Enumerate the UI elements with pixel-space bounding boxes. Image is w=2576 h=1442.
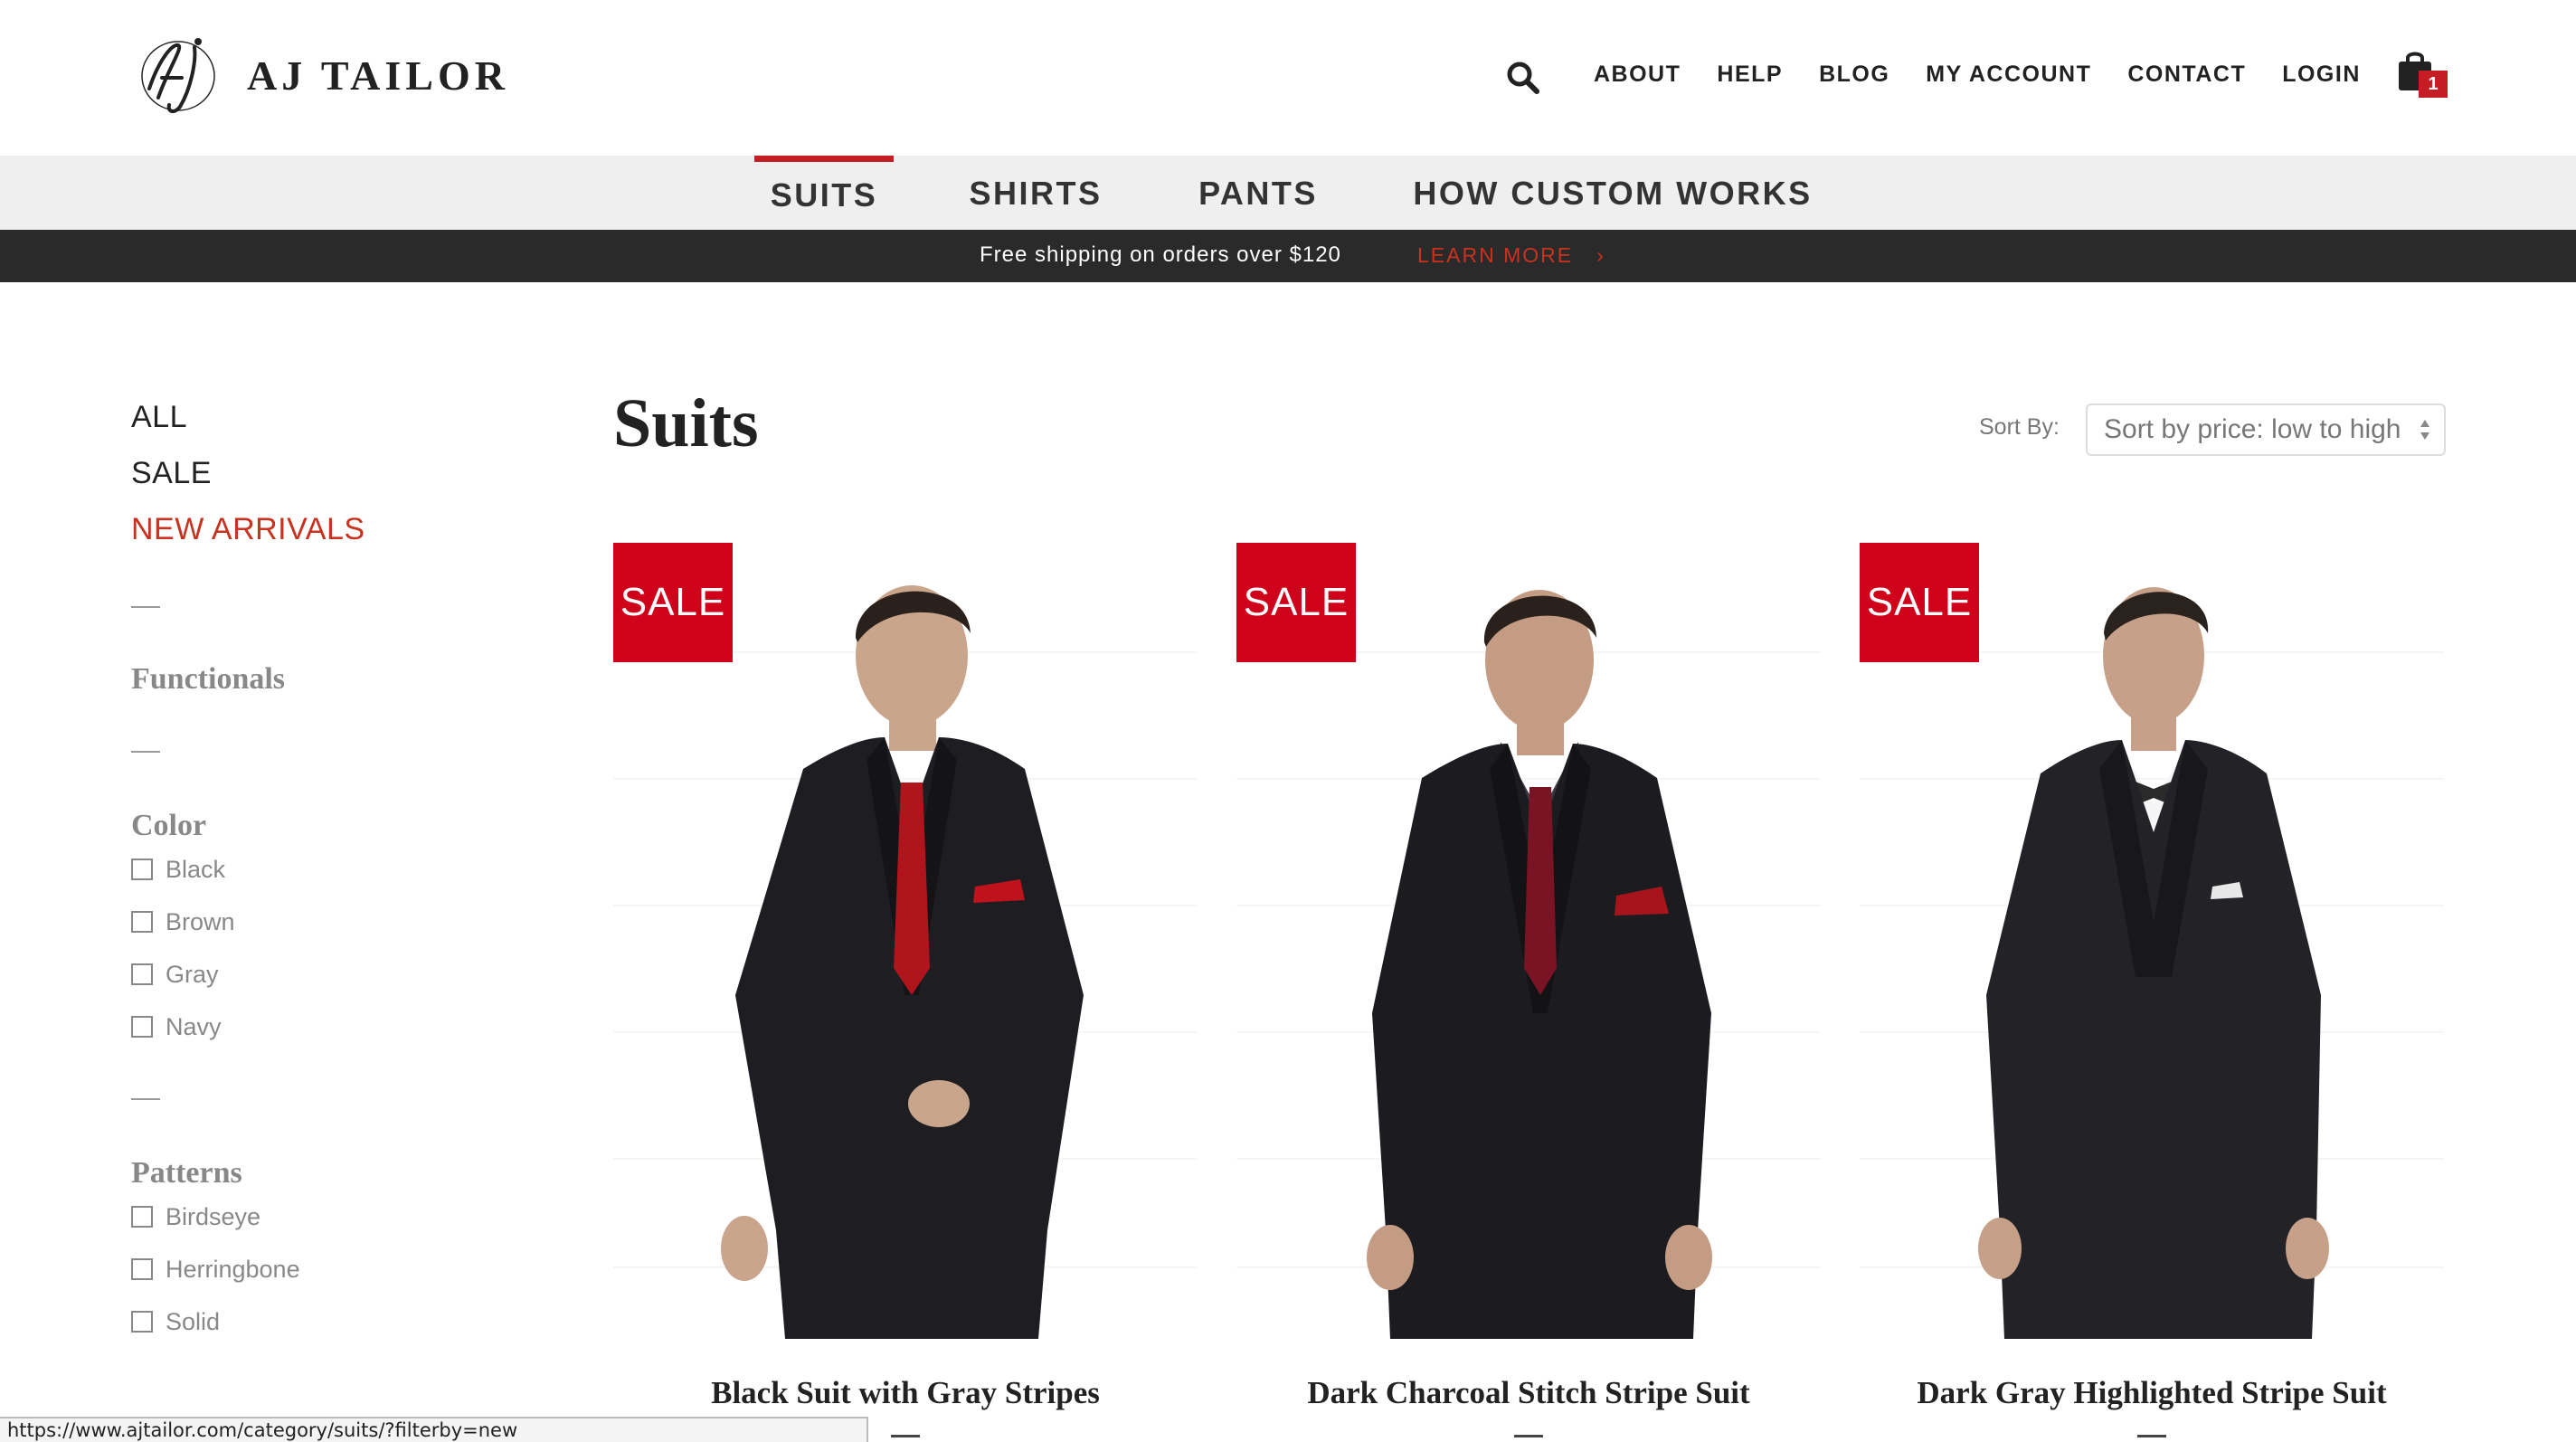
filter-pattern-solid[interactable]: Solid bbox=[131, 1295, 511, 1348]
sidebar-link-all[interactable]: ALL bbox=[131, 389, 511, 445]
suit-photo bbox=[1978, 587, 2329, 1339]
browser-status-url: https://www.ajtailor.com/category/suits/… bbox=[0, 1417, 868, 1442]
sale-badge: SALE bbox=[613, 543, 733, 662]
chevron-right-icon: › bbox=[1596, 243, 1605, 267]
product-image[interactable]: SALE bbox=[1860, 543, 2444, 1339]
cart-count-badge: 1 bbox=[2419, 71, 2448, 98]
divider bbox=[131, 1098, 160, 1100]
checkbox[interactable] bbox=[131, 963, 153, 985]
sort-select-value: Sort by price: low to high bbox=[2104, 414, 2401, 444]
sort-select[interactable]: Sort by price: low to high bbox=[2086, 403, 2446, 456]
learn-more-label: LEARN MORE bbox=[1417, 243, 1574, 267]
nav-about[interactable]: ABOUT bbox=[1594, 62, 1681, 88]
checkbox[interactable] bbox=[131, 911, 153, 933]
product-card[interactable]: SALE Dark Charcoal Stitch Stripe Suit bbox=[1236, 543, 1821, 1442]
filter-color-navy[interactable]: Navy bbox=[131, 1001, 511, 1053]
filter-label: Herringbone bbox=[166, 1255, 300, 1283]
learn-more-link[interactable]: LEARN MORE › bbox=[1417, 243, 1605, 268]
checkbox[interactable] bbox=[131, 1258, 153, 1280]
suit-photo bbox=[1367, 590, 1712, 1339]
promo-bar: Free shipping on orders over $120 LEARN … bbox=[0, 230, 2576, 282]
filter-pattern-herringbone[interactable]: Herringbone bbox=[131, 1243, 511, 1295]
filter-color-gray[interactable]: Gray bbox=[131, 948, 511, 1001]
search-icon[interactable] bbox=[1505, 60, 1541, 96]
filter-title-functionals[interactable]: Functionals bbox=[131, 662, 511, 697]
brand-logo[interactable]: AJ TAILOR bbox=[131, 34, 509, 116]
nav-help[interactable]: HELP bbox=[1717, 62, 1783, 88]
product-name[interactable]: Dark Charcoal Stitch Stripe Suit bbox=[1236, 1375, 1821, 1411]
product-image[interactable]: SALE bbox=[1236, 543, 1821, 1339]
site-header: AJ TAILOR ABOUT HELP BLOG MY ACCOUNT CON… bbox=[0, 0, 2576, 156]
suit-photo bbox=[721, 585, 1084, 1339]
filter-label: Birdseye bbox=[166, 1202, 261, 1230]
product-image[interactable]: SALE bbox=[613, 543, 1198, 1339]
tab-pants[interactable]: PANTS bbox=[1190, 156, 1326, 230]
nav-contact[interactable]: CONTACT bbox=[2127, 62, 2246, 88]
category-bar: SUITS SHIRTS PANTS HOW CUSTOM WORKS bbox=[0, 156, 2576, 230]
nav-my-account[interactable]: MY ACCOUNT bbox=[1926, 62, 2091, 88]
product-name[interactable]: Black Suit with Gray Stripes bbox=[613, 1375, 1198, 1411]
sort-label: Sort By: bbox=[1979, 414, 2060, 440]
divider bbox=[2137, 1435, 2166, 1437]
filter-color-black[interactable]: Black bbox=[131, 843, 511, 896]
sale-badge: SALE bbox=[1236, 543, 1356, 662]
filter-label: Solid bbox=[166, 1307, 221, 1335]
filter-label: Navy bbox=[166, 1012, 222, 1040]
filter-label: Black bbox=[166, 855, 226, 883]
checkbox[interactable] bbox=[131, 1016, 153, 1038]
tab-how-custom-works[interactable]: HOW CUSTOM WORKS bbox=[1409, 156, 1816, 230]
divider bbox=[891, 1435, 920, 1437]
divider bbox=[1514, 1435, 1543, 1437]
nav-blog[interactable]: BLOG bbox=[1819, 62, 1889, 88]
top-navigation: ABOUT HELP BLOG MY ACCOUNT CONTACT LOGIN bbox=[1594, 62, 2397, 88]
checkbox[interactable] bbox=[131, 859, 153, 880]
monogram-logo-icon bbox=[141, 38, 215, 113]
product-name[interactable]: Dark Gray Highlighted Stripe Suit bbox=[1860, 1375, 2444, 1411]
cart-button[interactable]: 1 bbox=[2397, 51, 2448, 101]
filter-title-color: Color bbox=[131, 809, 207, 842]
filter-color-brown[interactable]: Brown bbox=[131, 896, 511, 948]
filter-label: Brown bbox=[166, 907, 235, 935]
promo-text: Free shipping on orders over $120 bbox=[980, 242, 1341, 267]
sale-badge: SALE bbox=[1860, 543, 1979, 662]
product-card[interactable]: SALE Dark Gray Highlighted Stripe Suit bbox=[1860, 543, 2444, 1442]
nav-login[interactable]: LOGIN bbox=[2282, 62, 2361, 88]
divider bbox=[131, 606, 160, 608]
product-card[interactable]: SALE Black Suit with Gray Stripes bbox=[613, 543, 1198, 1442]
tab-suits[interactable]: SUITS bbox=[754, 156, 894, 230]
filter-sidebar: ALL SALE NEW ARRIVALS Functionals Color … bbox=[131, 389, 511, 1348]
sidebar-link-new-arrivals[interactable]: NEW ARRIVALS bbox=[131, 501, 511, 557]
filter-label: Gray bbox=[166, 960, 219, 988]
page-title: Suits bbox=[613, 385, 759, 461]
brand-name: AJ TAILOR bbox=[247, 52, 509, 99]
tab-shirts[interactable]: SHIRTS bbox=[961, 156, 1111, 230]
filter-title-patterns: Patterns bbox=[131, 1156, 242, 1190]
select-arrows-icon bbox=[2420, 420, 2429, 440]
divider bbox=[131, 751, 160, 753]
checkbox[interactable] bbox=[131, 1206, 153, 1228]
sidebar-link-sale[interactable]: SALE bbox=[131, 445, 511, 501]
filter-pattern-birdseye[interactable]: Birdseye bbox=[131, 1191, 511, 1243]
checkbox[interactable] bbox=[131, 1311, 153, 1333]
